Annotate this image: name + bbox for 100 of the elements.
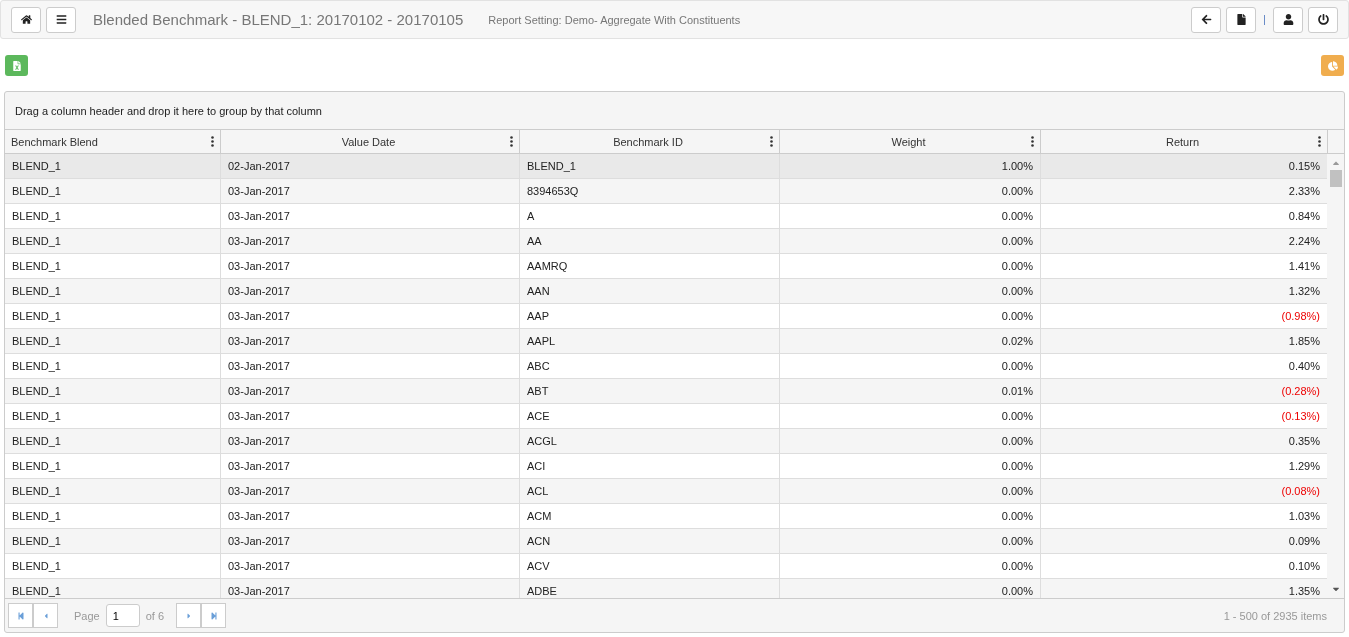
table-cell: 03-Jan-2017 [221, 304, 520, 328]
table-cell: 0.00% [780, 204, 1041, 228]
column-header[interactable]: Benchmark ID [520, 130, 780, 153]
table-cell: AA [520, 229, 780, 253]
table-cell: ACGL [520, 429, 780, 453]
table-cell: BLEND_1 [5, 204, 221, 228]
table-cell: 0.01% [780, 379, 1041, 403]
column-menu-icon[interactable] [211, 136, 214, 147]
table-cell: 0.00% [780, 404, 1041, 428]
power-button[interactable] [1308, 6, 1338, 33]
table-cell: 0.00% [780, 454, 1041, 478]
table-cell: 0.00% [780, 429, 1041, 453]
table-row[interactable]: BLEND_1 03-Jan-2017 AAPL 0.02% 1.85% [5, 329, 1327, 354]
column-menu-icon[interactable] [770, 136, 773, 147]
table-cell: 0.00% [780, 579, 1041, 598]
page-label: Page [74, 609, 100, 622]
page-count: of 6 [145, 609, 165, 622]
table-cell: ACI [520, 454, 780, 478]
back-button[interactable] [1191, 6, 1221, 33]
table-cell: 03-Jan-2017 [221, 254, 520, 278]
home-icon [20, 14, 32, 25]
column-header[interactable]: Value Date [221, 130, 520, 153]
table-cell: 03-Jan-2017 [221, 404, 520, 428]
table-cell: 03-Jan-2017 [221, 354, 520, 378]
table-cell: BLEND_1 [520, 154, 780, 178]
first-page-icon [16, 611, 25, 620]
table-cell: 0.00% [780, 229, 1041, 253]
table-cell: BLEND_1 [5, 404, 221, 428]
table-cell: BLEND_1 [5, 279, 221, 303]
table-cell: ACV [520, 554, 780, 578]
column-menu-icon[interactable] [510, 136, 513, 147]
table-cell: BLEND_1 [5, 454, 221, 478]
column-menu-icon[interactable] [1031, 136, 1034, 147]
table-row[interactable]: BLEND_1 02-Jan-2017 BLEND_1 1.00% 0.15% [5, 154, 1327, 179]
table-cell: 0.00% [780, 479, 1041, 503]
table-cell: 8394653Q [520, 179, 780, 203]
user-button[interactable] [1273, 6, 1303, 33]
table-row[interactable]: BLEND_1 03-Jan-2017 ABT 0.01% (0.28%) [5, 379, 1327, 404]
table-cell: 0.00% [780, 554, 1041, 578]
menu-button[interactable] [46, 6, 76, 33]
table-row[interactable]: BLEND_1 03-Jan-2017 ACL 0.00% (0.08%) [5, 479, 1327, 504]
table-row[interactable]: BLEND_1 03-Jan-2017 AA 0.00% 2.24% [5, 229, 1327, 254]
table-cell: 03-Jan-2017 [221, 204, 520, 228]
table-cell: 1.00% [780, 154, 1041, 178]
column-menu-icon[interactable] [1318, 136, 1321, 147]
table-cell: AAN [520, 279, 780, 303]
user-icon [1282, 14, 1294, 25]
table-row[interactable]: BLEND_1 03-Jan-2017 ACM 0.00% 1.03% [5, 504, 1327, 529]
table-cell: 03-Jan-2017 [221, 379, 520, 403]
table-cell: 0.00% [780, 504, 1041, 528]
table-row[interactable]: BLEND_1 03-Jan-2017 ACGL 0.00% 0.35% [5, 429, 1327, 454]
table-cell: 03-Jan-2017 [221, 179, 520, 203]
table-cell: BLEND_1 [5, 379, 221, 403]
table-row[interactable]: BLEND_1 03-Jan-2017 ACN 0.00% 0.09% [5, 529, 1327, 554]
table-cell: 03-Jan-2017 [221, 279, 520, 303]
spreadsheet-icon [11, 60, 22, 71]
menu-icon [55, 14, 67, 25]
table-row[interactable]: BLEND_1 03-Jan-2017 ACI 0.00% 1.29% [5, 454, 1327, 479]
table-row[interactable]: BLEND_1 03-Jan-2017 AAP 0.00% (0.98%) [5, 304, 1327, 329]
document-icon [1235, 14, 1247, 25]
table-cell: A [520, 204, 780, 228]
table-cell: BLEND_1 [5, 229, 221, 253]
table-cell: BLEND_1 [5, 529, 221, 553]
power-icon [1317, 14, 1329, 25]
table-cell: 0.00% [780, 254, 1041, 278]
table-row[interactable]: BLEND_1 03-Jan-2017 AAMRQ 0.00% 1.41% [5, 254, 1327, 279]
table-cell: ABC [520, 354, 780, 378]
page-input[interactable]: 1 [105, 604, 140, 627]
table-cell: AAP [520, 304, 780, 328]
table-cell: 0.00% [780, 279, 1041, 303]
table-row[interactable]: BLEND_1 03-Jan-2017 8394653Q 0.00% 2.33% [5, 179, 1327, 204]
home-button[interactable] [11, 6, 41, 33]
document-button[interactable] [1226, 6, 1256, 33]
column-header[interactable]: Benchmark Blend [5, 130, 221, 153]
column-header[interactable]: Weight [780, 130, 1041, 153]
table-cell: ACE [520, 404, 780, 428]
table-cell: 03-Jan-2017 [221, 329, 520, 353]
table-cell: BLEND_1 [5, 304, 221, 328]
table-cell: BLEND_1 [5, 254, 221, 278]
table-cell: BLEND_1 [5, 329, 221, 353]
column-header[interactable]: Return [1041, 130, 1328, 153]
table-cell: ADBE [520, 579, 780, 598]
arrow-left-icon [1200, 14, 1212, 25]
table-cell: ABT [520, 379, 780, 403]
table-row[interactable]: BLEND_1 03-Jan-2017 ACV 0.00% 0.10% [5, 554, 1327, 579]
table-cell: BLEND_1 [5, 554, 221, 578]
last-page-icon [209, 611, 218, 620]
table-cell: 02-Jan-2017 [221, 154, 520, 178]
table-cell: 0.00% [780, 304, 1041, 328]
page-title: Blended Benchmark - BLEND_1: 20170102 - 20170105 [93, 11, 464, 28]
table-cell: 0.02% [780, 329, 1041, 353]
table-row[interactable]: BLEND_1 03-Jan-2017 AAN 0.00% 1.32% [5, 279, 1327, 304]
table-row[interactable]: BLEND_1 03-Jan-2017 A 0.00% 0.84% [5, 204, 1327, 229]
table-row[interactable]: BLEND_1 03-Jan-2017 ACE 0.00% (0.13%) [5, 404, 1327, 429]
table-cell: 03-Jan-2017 [221, 479, 520, 503]
table-row[interactable]: BLEND_1 03-Jan-2017 ABC 0.00% 0.40% [5, 354, 1327, 379]
scroll-thumb[interactable] [1329, 170, 1342, 187]
table-cell: 03-Jan-2017 [221, 454, 520, 478]
table-cell: 0.00% [780, 179, 1041, 203]
table-cell: 03-Jan-2017 [221, 429, 520, 453]
